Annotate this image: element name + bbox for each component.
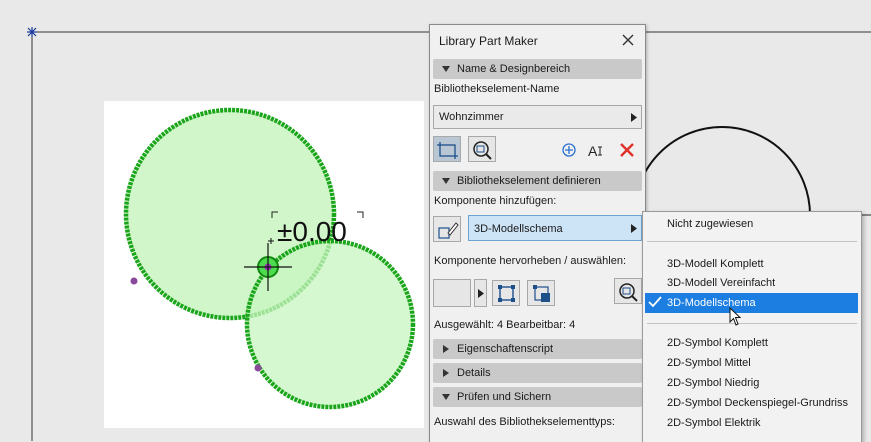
design-area-button[interactable] [433,136,461,162]
chevron-right-icon [631,224,637,233]
component-value: 3D-Modellschema [474,223,563,235]
chevron-down-icon [442,394,450,400]
menu-item-2d-electrical[interactable]: 2D-Symbol Elektrik [667,417,761,429]
select-all-icon [498,285,515,302]
highlight-component-label: Komponente hervorheben / auswählen: [434,255,627,267]
menu-item-2d-medium[interactable]: 2D-Symbol Mittel [667,357,751,369]
section-define-part[interactable]: Bibliothekselement definieren [433,171,642,191]
zoom-to-area-button[interactable] [468,136,496,162]
part-name-value: Wohnzimmer [439,111,504,123]
component-select-swatch[interactable] [433,279,471,307]
svg-text:A: A [588,143,598,159]
component-dropdown[interactable]: 3D-Modellschema [468,215,642,241]
select-partial-button[interactable] [527,280,555,306]
hotspot[interactable] [254,364,262,372]
chevron-right-icon [443,345,449,353]
library-part-maker-palette: Library Part Maker Name & Designbereich … [429,24,646,442]
menu-item-3d-simplified[interactable]: 3D-Modell Vereinfacht [667,277,775,289]
mouse-pointer-icon [729,307,742,326]
close-icon[interactable] [620,32,636,48]
section-label: Name & Designbereich [457,63,571,75]
section-label: Eigenschaftenscript [457,343,553,355]
section-check-save[interactable]: Prüfen und Sichern [433,387,642,407]
palette-title: Library Part Maker [439,34,538,48]
select-all-button[interactable] [492,280,520,306]
part-name-dropdown[interactable]: Wohnzimmer [433,105,642,129]
selection-info: Ausgewählt: 4 Bearbeitbar: 4 [434,319,576,331]
zoom-icon [473,141,492,160]
add-icon[interactable] [558,139,580,161]
check-icon [648,296,662,308]
section-details[interactable]: Details [433,363,642,383]
chevron-down-icon [442,66,450,72]
chevron-right-icon [631,113,637,122]
component-pick-icon [438,222,459,239]
menu-separator [647,323,857,324]
crop-area-icon [437,142,458,159]
swatch-arrow-button[interactable] [474,279,487,307]
component-pick-button[interactable] [433,216,461,242]
section-name-design-area[interactable]: Name & Designbereich [433,59,642,79]
menu-item-3d-complete[interactable]: 3D-Modell Komplett [667,258,764,270]
elevation-label[interactable]: ±0.00 [277,216,347,247]
section-label: Bibliothekselement definieren [457,175,601,187]
section-label: Prüfen und Sichern [457,391,552,403]
menu-item-2d-complete[interactable]: 2D-Symbol Komplett [667,337,768,349]
chevron-right-icon [478,289,484,298]
highlight-zoom-button[interactable] [614,278,642,304]
menu-item-2d-low[interactable]: 2D-Symbol Niedrig [667,377,759,389]
chevron-right-icon [443,369,449,377]
zoom-icon [619,283,638,302]
delete-icon[interactable] [616,139,638,161]
add-component-label: Komponente hinzufügen: [434,195,557,207]
menu-separator [647,241,857,242]
component-menu: Nicht zugewiesen 3D-Modell Komplett 3D-M… [642,211,862,442]
hotspot[interactable] [130,277,138,285]
palette-titlebar[interactable]: Library Part Maker [430,25,645,55]
section-properties-script[interactable]: Eigenschaftenscript [433,339,642,359]
menu-item-not-assigned[interactable]: Nicht zugewiesen [667,218,753,230]
part-name-label: Bibliothekselement-Name [434,83,560,95]
origin-marker-icon [27,27,37,37]
part-type-label: Auswahl des Bibliothekselementtyps: [434,416,615,428]
section-label: Details [457,367,491,379]
menu-item-2d-ceiling-plan[interactable]: 2D-Symbol Deckenspiegel-Grundriss [667,397,848,409]
chevron-down-icon [442,178,450,184]
rename-text-icon[interactable]: A [586,139,608,161]
select-partial-icon [533,285,550,302]
